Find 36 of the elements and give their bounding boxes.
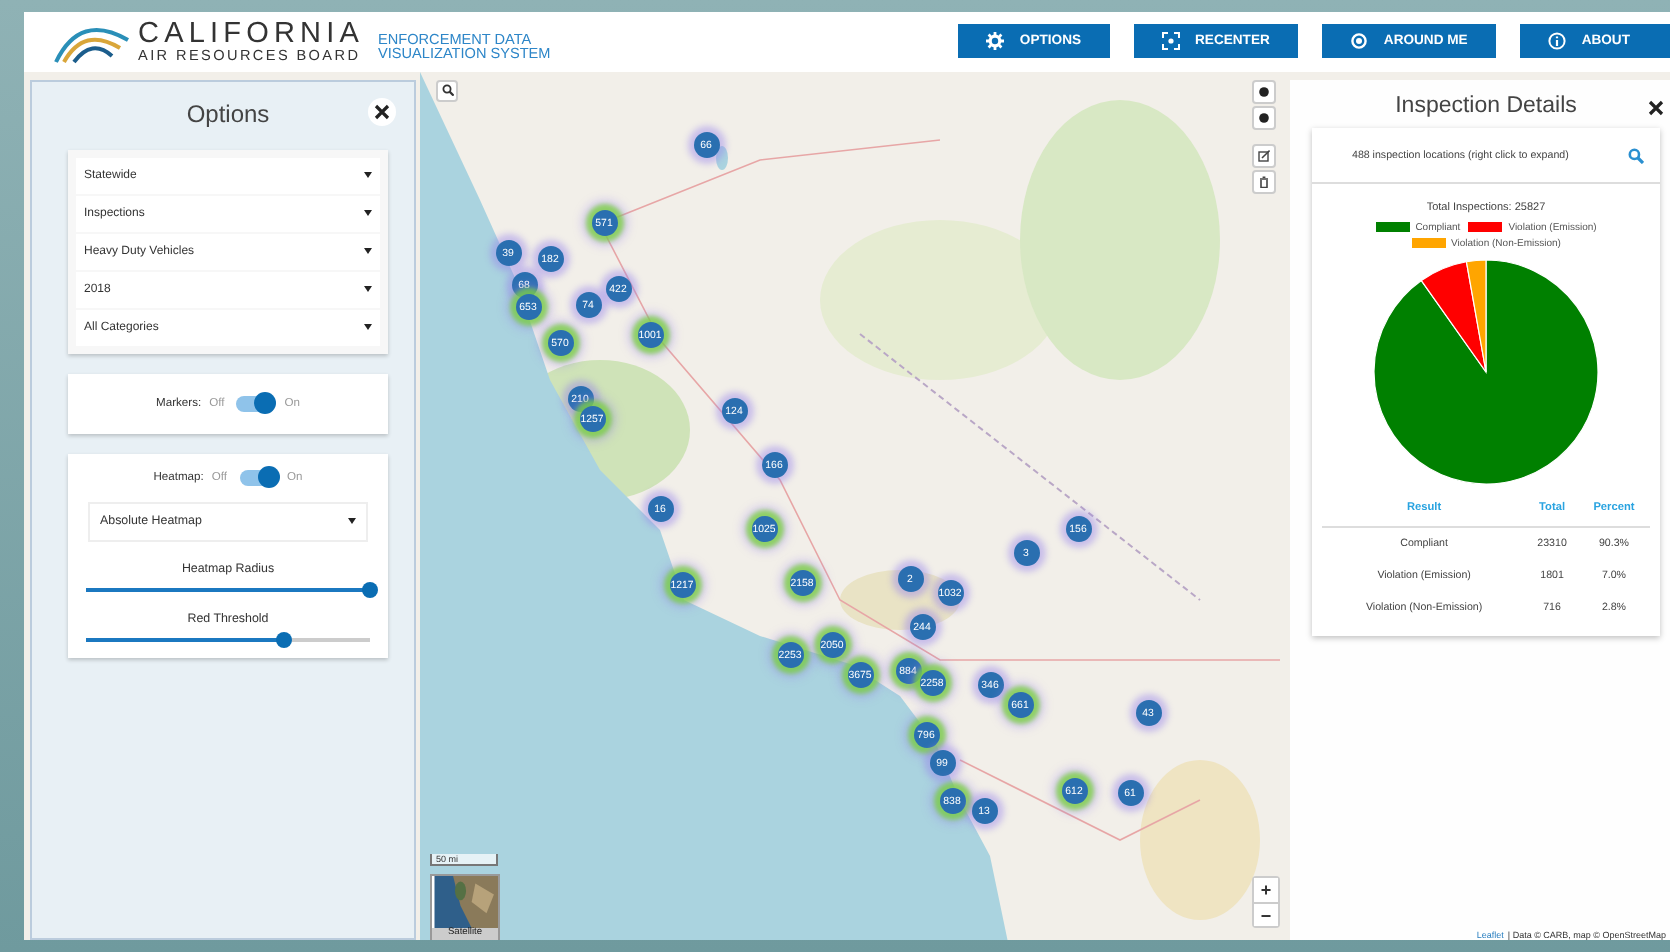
toggle-switch[interactable]	[236, 395, 273, 412]
caret-icon	[364, 172, 372, 179]
slider-thumb[interactable]	[276, 631, 293, 648]
dot-icon	[1258, 85, 1270, 98]
satellite-thumbnail	[432, 875, 498, 928]
panel-title: Options	[186, 99, 270, 128]
caret-icon	[364, 210, 372, 217]
panel-title: Inspection Details	[1395, 93, 1577, 118]
toggle-thumb[interactable]	[254, 392, 277, 415]
logo-title: CALIFORNIA	[138, 19, 365, 49]
gear-icon	[985, 32, 1004, 51]
toggle-switch[interactable]	[239, 469, 276, 486]
toggle-thumb[interactable]	[257, 466, 280, 489]
close-icon	[374, 103, 390, 120]
slider-track[interactable]	[86, 637, 370, 642]
zoom-out-button[interactable]: −	[1254, 901, 1278, 926]
target-icon	[1349, 32, 1368, 51]
dot-icon	[1258, 111, 1270, 124]
edit-button[interactable]	[1252, 143, 1276, 168]
info-icon	[1547, 32, 1566, 51]
search-icon	[441, 84, 453, 97]
draw-marker-button[interactable]	[1252, 105, 1276, 130]
close-icon	[1648, 99, 1664, 116]
recenter-icon	[1161, 32, 1180, 51]
caret-icon	[364, 324, 372, 331]
close-button[interactable]	[368, 97, 396, 126]
draw-marker-button[interactable]	[1252, 79, 1276, 104]
search-icon	[1628, 147, 1644, 164]
caret-icon	[348, 518, 356, 525]
caret-icon	[364, 248, 372, 255]
trash-icon	[1258, 175, 1270, 188]
edit-icon	[1258, 149, 1270, 162]
delete-button[interactable]	[1252, 169, 1276, 194]
caret-icon	[364, 286, 372, 293]
search-button[interactable]	[436, 79, 458, 102]
slider-thumb[interactable]	[362, 581, 378, 598]
